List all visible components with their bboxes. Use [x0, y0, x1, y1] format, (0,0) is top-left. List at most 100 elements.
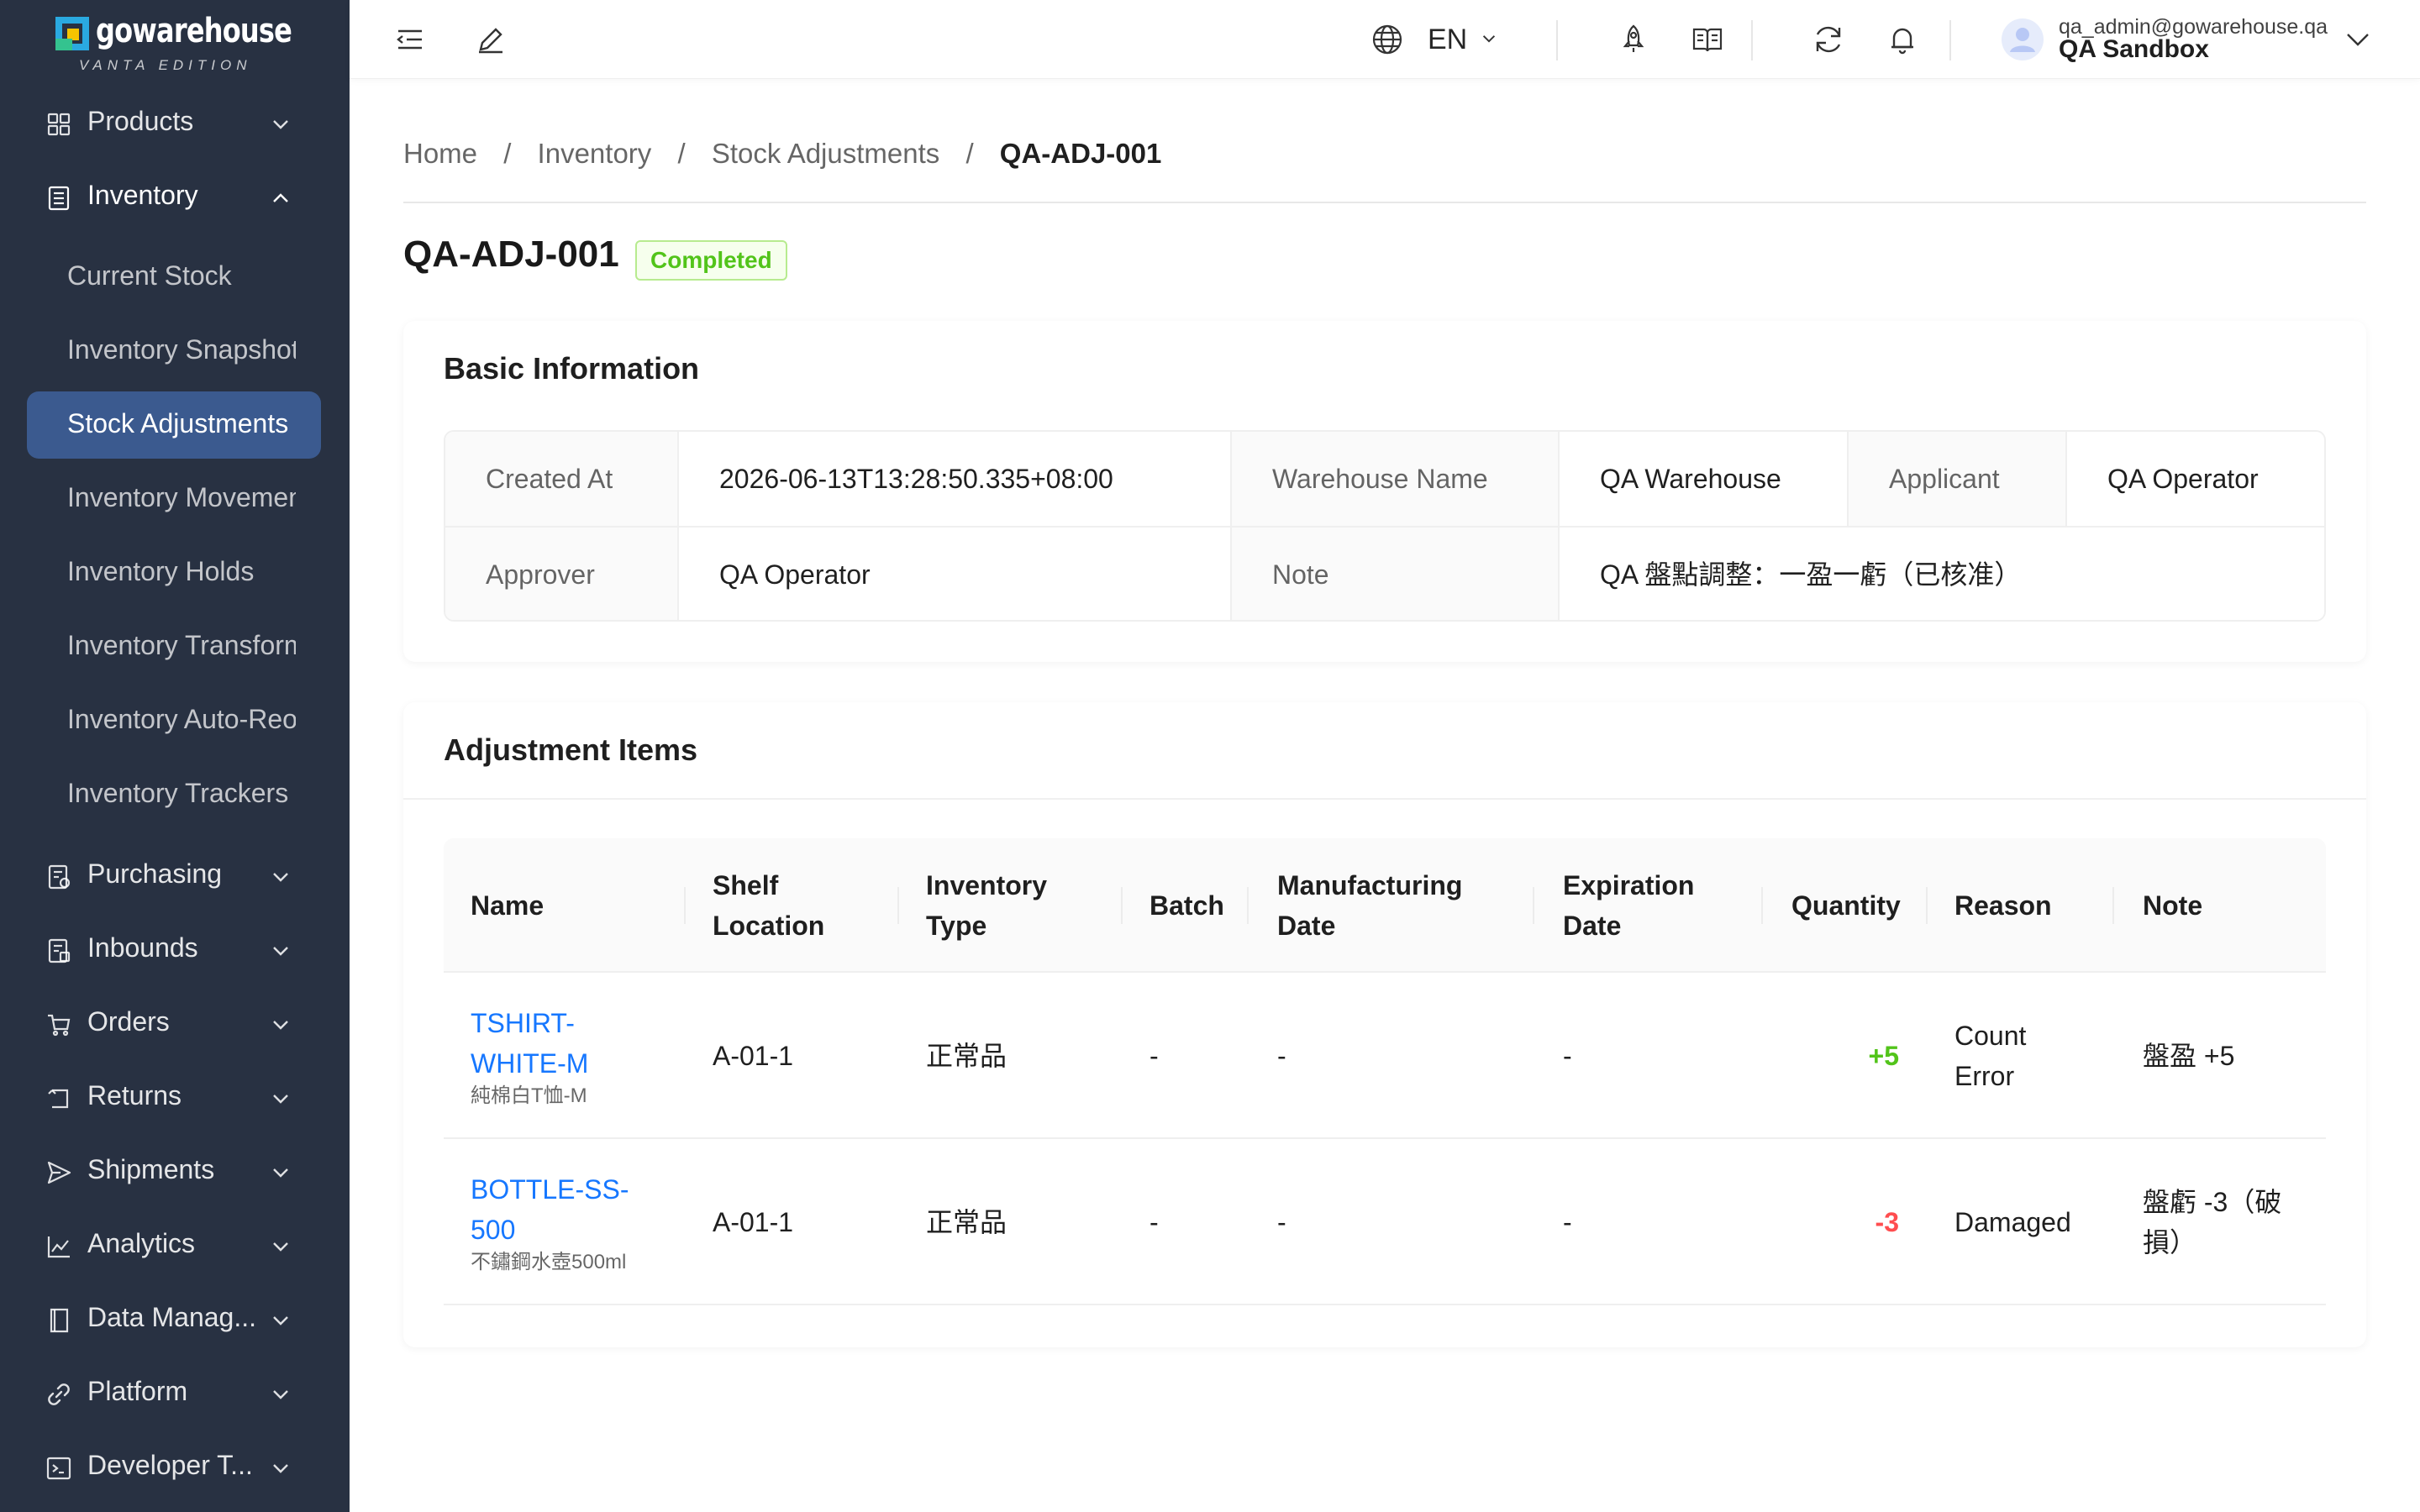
- submenu-label: Inventory Auto-Reorder: [67, 704, 296, 734]
- menu-orders[interactable]: Orders: [0, 986, 350, 1060]
- cart-icon: [48, 1014, 71, 1037]
- menu-data-management[interactable]: Data Manag...: [0, 1282, 350, 1356]
- column-header-batch[interactable]: Batch: [1150, 838, 1224, 973]
- chevron-down-icon: [273, 1464, 288, 1473]
- column-header-quantity[interactable]: Quantity: [1791, 838, 1901, 973]
- column-header-reason[interactable]: Reason: [1954, 838, 2052, 973]
- menu-fold-icon[interactable]: [393, 23, 427, 56]
- submenu-inventory-transformations[interactable]: Inventory Transformations: [0, 610, 350, 684]
- menu-label: Orders: [87, 1006, 170, 1037]
- breadcrumb-stock-adjustments[interactable]: Stock Adjustments: [712, 138, 939, 170]
- applicant-label: Applicant: [1849, 432, 2067, 528]
- menu-returns[interactable]: Returns: [0, 1060, 350, 1134]
- approver-label: Approver: [445, 528, 679, 620]
- submenu-stock-adjustments[interactable]: Stock Adjustments: [27, 391, 321, 459]
- purchasing-icon: [48, 864, 71, 890]
- menu-inbounds[interactable]: Inbounds: [0, 912, 350, 986]
- menu-platform[interactable]: Platform: [0, 1356, 350, 1430]
- cell-reason: Damaged: [1954, 1207, 2071, 1237]
- sidebar: gowarehouse VANTA EDITION Products Inven…: [0, 0, 350, 1512]
- terminal-icon: [46, 1457, 71, 1480]
- globe-icon[interactable]: [1370, 23, 1404, 56]
- column-separator: [1533, 887, 1534, 924]
- menu-shipments[interactable]: Shipments: [0, 1134, 350, 1208]
- menu-label: Purchasing: [87, 858, 223, 889]
- inbounds-icon: [48, 938, 71, 963]
- menu-label: Developer T...: [87, 1450, 253, 1480]
- returns-icon: [48, 1089, 69, 1109]
- menu-products[interactable]: Products: [0, 86, 350, 160]
- submenu-current-stock[interactable]: Current Stock: [0, 240, 350, 314]
- menu-developer-tools[interactable]: Developer T...: [0, 1430, 350, 1504]
- chevron-down-icon: [273, 1390, 288, 1399]
- basic-information-table: Created At 2026-06-13T13:28:50.335+08:00…: [444, 430, 2326, 622]
- breadcrumb-inventory[interactable]: Inventory: [538, 138, 652, 170]
- chevron-down-icon[interactable]: [2341, 23, 2375, 56]
- cell-note: 盤盈 +5: [2143, 1041, 2235, 1071]
- column-header-note[interactable]: Note: [2143, 838, 2202, 973]
- submenu-inventory-holds[interactable]: Inventory Holds: [0, 536, 350, 610]
- column-header-name[interactable]: Name: [471, 838, 544, 973]
- submenu-label: Stock Adjustments: [67, 408, 289, 438]
- breadcrumb-separator: /: [503, 138, 512, 169]
- sku-link[interactable]: TSHIRT- WHITE-M: [471, 1003, 588, 1084]
- org-name[interactable]: QA Sandbox: [2059, 35, 2209, 64]
- menu-analytics[interactable]: Analytics: [0, 1208, 350, 1282]
- basic-information-card: Basic Information Created At 2026-06-13T…: [403, 321, 2366, 662]
- column-header-inventory-type[interactable]: Inventory Type: [926, 838, 1047, 973]
- logo-text: gowarehouse: [96, 12, 292, 50]
- status-badge: Completed: [635, 240, 787, 281]
- chevron-down-icon: [273, 1316, 288, 1326]
- column-header-manufacturing-date[interactable]: Manufacturing Date: [1277, 838, 1462, 973]
- submenu-inventory-auto-reorder[interactable]: Inventory Auto-Reorder: [0, 684, 350, 758]
- menu-label: Data Manag...: [87, 1302, 256, 1332]
- chevron-down-icon: [273, 1095, 288, 1104]
- header-divider: [1949, 20, 1951, 60]
- menu-purchasing[interactable]: Purchasing: [0, 838, 350, 912]
- page-title: QA-ADJ-001: [403, 234, 619, 275]
- note-label: Note: [1232, 528, 1560, 620]
- submenu-inventory-movements[interactable]: Inventory Movements: [0, 462, 350, 536]
- submenu-label: Inventory Snapshots: [67, 334, 296, 365]
- app-logo[interactable]: gowarehouse VANTA EDITION: [55, 12, 308, 76]
- language-selector[interactable]: EN: [1428, 24, 1467, 56]
- breadcrumb: Home / Inventory / Stock Adjustments / Q…: [403, 138, 1161, 170]
- menu-label: Shipments: [87, 1154, 215, 1184]
- rocket-icon[interactable]: [1617, 23, 1650, 56]
- grid-icon: [47, 113, 71, 136]
- avatar[interactable]: [2002, 18, 2044, 60]
- cell-expiration-date: -: [1563, 1207, 1572, 1237]
- cell-shelf-location: A-01-1: [713, 1041, 794, 1071]
- cell-quantity: +5: [1868, 1041, 1899, 1071]
- docs-book-icon[interactable]: [1691, 23, 1724, 56]
- adjustment-items-card: Adjustment Items Name Shelf Location Inve…: [403, 702, 2366, 1347]
- submenu-inventory-trackers[interactable]: Inventory Trackers: [0, 758, 350, 832]
- column-separator: [897, 887, 899, 924]
- column-header-shelf-location[interactable]: Shelf Location: [713, 838, 824, 973]
- menu-label: Analytics: [87, 1228, 196, 1258]
- table-header: Name Shelf Location Inventory Type Batch M…: [444, 838, 2326, 973]
- chevron-down-icon: [273, 120, 288, 129]
- column-separator: [684, 887, 686, 924]
- send-icon: [47, 1161, 71, 1184]
- cell-reason: Count Error: [1954, 1021, 2027, 1091]
- submenu-label: Inventory Holds: [67, 556, 255, 586]
- cell-shelf-location: A-01-1: [713, 1207, 794, 1237]
- chevron-down-icon: [273, 1168, 288, 1178]
- menu-inventory[interactable]: Inventory: [0, 160, 350, 234]
- sku-link[interactable]: BOTTLE-SS- 500: [471, 1169, 629, 1250]
- submenu-inventory-snapshots[interactable]: Inventory Snapshots: [0, 314, 350, 388]
- cell-manufacturing-date: -: [1277, 1041, 1286, 1071]
- header-divider: [1556, 20, 1558, 60]
- table-row: TSHIRT- WHITE-M 純棉白T恤-M A-01-1 正常品 - - - …: [444, 973, 2326, 1139]
- chevron-down-icon[interactable]: [1476, 25, 1502, 52]
- edit-icon[interactable]: [474, 23, 508, 56]
- chevron-down-icon: [273, 1021, 288, 1030]
- breadcrumb-home[interactable]: Home: [403, 138, 477, 170]
- bell-icon[interactable]: [1886, 23, 1919, 56]
- created-at-label: Created At: [445, 432, 679, 528]
- submenu-label: Current Stock: [67, 260, 232, 291]
- column-separator: [1926, 887, 1928, 924]
- column-header-expiration-date[interactable]: Expiration Date: [1563, 838, 1694, 973]
- refresh-icon[interactable]: [1812, 23, 1845, 56]
